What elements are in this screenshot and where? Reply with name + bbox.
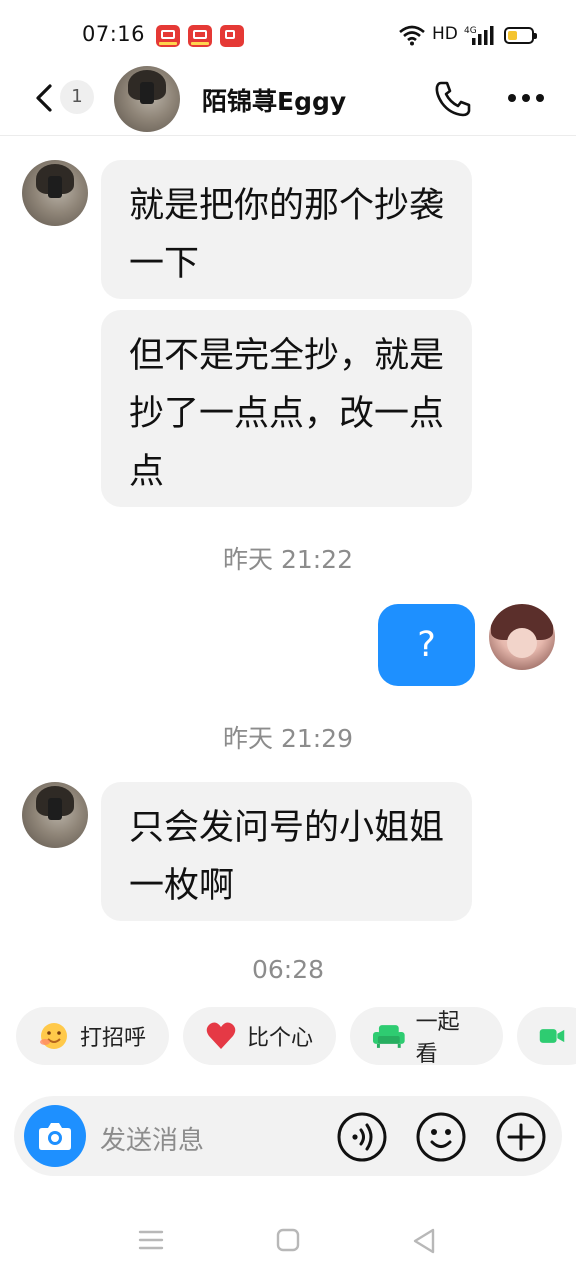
quick-action-label: 一起看 (415, 1010, 460, 1067)
message-timestamp: 昨天 21:22 (223, 545, 353, 574)
wifi-icon (399, 25, 425, 46)
contact-avatar[interactable] (114, 66, 180, 132)
battery-icon (504, 27, 537, 44)
back-nav-icon[interactable] (412, 1228, 436, 1254)
more-options-icon[interactable] (504, 78, 548, 118)
contact-name[interactable]: 陌锦荨Eggy (202, 82, 346, 118)
message-input-field[interactable]: 发送消息 (100, 1120, 204, 1157)
contact-avatar[interactable] (22, 782, 88, 848)
chat-header: 1 陌锦荨Eggy (0, 60, 576, 136)
network-type-label: 4G (464, 26, 477, 36)
quick-action-video[interactable] (517, 1007, 576, 1065)
my-avatar[interactable] (489, 604, 555, 670)
message-timestamp: 06:28 (251, 955, 325, 984)
status-time: 07:16 (82, 22, 146, 46)
camera-button[interactable] (24, 1105, 86, 1167)
contact-avatar[interactable] (22, 160, 88, 226)
message-bubble-incoming[interactable]: 就是把你的那个抄袭一下 (101, 160, 472, 299)
chat-screen: 07:16 HD 4G 1 陌锦荨Eggy 就是把你的那个抄袭一下 但不是完全抄… (0, 0, 576, 1280)
message-bubble-outgoing[interactable]: ? (378, 604, 475, 686)
system-navigation-bar (0, 1200, 576, 1280)
quick-action-label: 打招呼 (80, 1026, 147, 1051)
app-notification-icon (188, 25, 212, 47)
quick-action-greet[interactable]: 打招呼 (16, 1007, 169, 1065)
emoji-icon[interactable] (415, 1111, 467, 1163)
signal-icon: 4G (464, 26, 494, 45)
heart-icon (206, 1022, 236, 1049)
message-bubble-incoming[interactable]: 但不是完全抄，就是抄了一点点，改一点点 (101, 310, 472, 507)
message-bubble-incoming[interactable]: 只会发问号的小姐姐一枚啊 (101, 782, 472, 921)
waving-emoji-icon (40, 1023, 67, 1049)
home-icon[interactable] (276, 1228, 300, 1252)
quick-action-label: 比个心 (247, 1026, 314, 1051)
sofa-icon (372, 1025, 405, 1048)
app-notification-icon (156, 25, 180, 47)
camera-icon (39, 1123, 71, 1150)
phone-call-icon[interactable] (432, 78, 474, 120)
back-arrow-icon[interactable] (30, 80, 60, 116)
network-quality-label: HD (432, 24, 458, 44)
quick-action-heart[interactable]: 比个心 (183, 1007, 336, 1065)
video-notification-icon (220, 25, 244, 47)
video-call-icon (539, 1029, 565, 1043)
unread-count-badge[interactable]: 1 (60, 80, 94, 114)
add-more-icon[interactable] (495, 1111, 547, 1163)
message-input-bar: 发送消息 (14, 1096, 562, 1176)
message-timestamp: 昨天 21:29 (223, 724, 353, 753)
menu-icon[interactable] (138, 1228, 164, 1252)
quick-action-watch-together[interactable]: 一起看 (350, 1007, 503, 1067)
voice-message-icon[interactable] (336, 1111, 388, 1163)
